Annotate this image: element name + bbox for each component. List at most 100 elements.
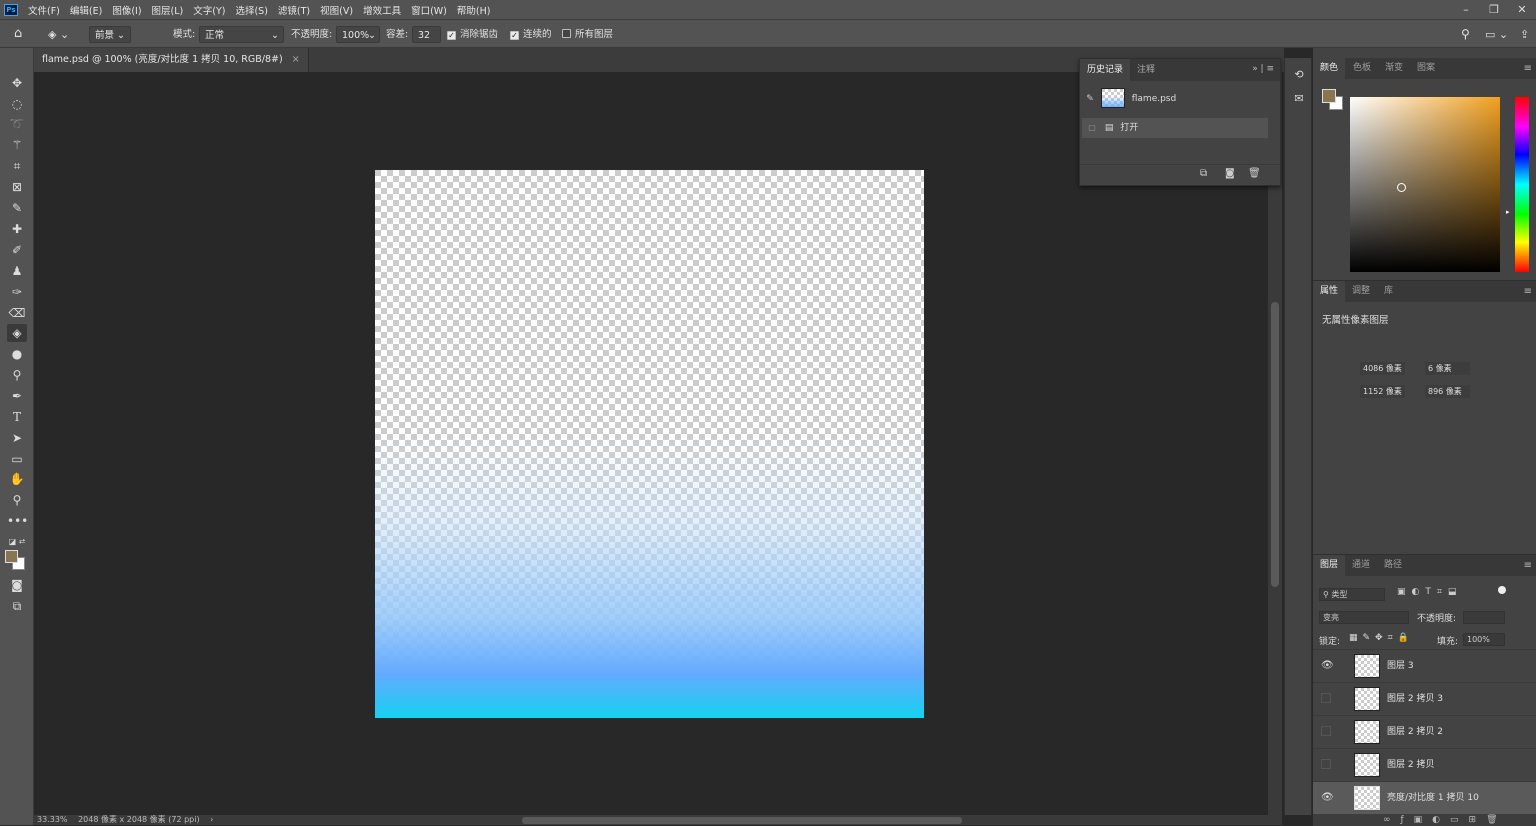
tab-gradients[interactable]: 渐变	[1378, 58, 1410, 79]
status-arrow-icon[interactable]: ›	[210, 815, 213, 824]
hue-slider[interactable]	[1515, 97, 1529, 272]
tab-notes[interactable]: 注释	[1130, 59, 1162, 81]
dodge-tool-icon[interactable]: ⚲	[7, 366, 27, 384]
menu-help[interactable]: 帮助(H)	[452, 3, 496, 17]
brush-tool-icon[interactable]: ✐	[7, 241, 27, 259]
tolerance-field[interactable]: 32	[412, 26, 441, 43]
layer-row[interactable]: 图层 2 拷贝 2	[1313, 715, 1536, 748]
screen-mode-icon[interactable]: ⧉	[7, 597, 27, 615]
more-tools-icon[interactable]: •••	[7, 512, 28, 530]
menu-view[interactable]: 视图(V)	[315, 3, 358, 17]
all-layers-checkbox[interactable]: 所有图层	[562, 26, 613, 43]
layer-row[interactable]: 👁 图层 3	[1313, 649, 1536, 682]
menu-file[interactable]: 文件(F)	[23, 3, 65, 17]
close-button[interactable]: ✕	[1508, 0, 1536, 19]
menu-image[interactable]: 图像(I)	[107, 3, 146, 17]
visibility-off-icon[interactable]	[1321, 726, 1331, 736]
type-tool-icon[interactable]: T	[7, 408, 27, 426]
frame-tool-icon[interactable]: ⊠	[7, 178, 27, 196]
paint-bucket-tool-icon[interactable]: ◈	[7, 324, 27, 342]
tab-history[interactable]: 历史记录	[1080, 59, 1131, 81]
width-field[interactable]: 4086 像素	[1360, 362, 1405, 375]
document-tab[interactable]: flame.psd @ 100% (亮度/对比度 1 拷贝 10, RGB/8#…	[34, 48, 309, 72]
x-field[interactable]: 6 像素	[1425, 362, 1470, 375]
lock-icons[interactable]: ▦✎✥⌗🔒	[1349, 633, 1414, 643]
menu-filter[interactable]: 滤镜(T)	[273, 3, 315, 17]
horizontal-scrollbar[interactable]	[522, 817, 962, 824]
history-brush-tool-icon[interactable]: ✑	[7, 283, 27, 301]
height-field[interactable]: 1152 像素	[1360, 385, 1405, 398]
menu-edit[interactable]: 编辑(E)	[65, 3, 107, 17]
fill-source-select[interactable]: 前景 ⌄	[89, 26, 131, 43]
menu-plugins[interactable]: 增效工具	[358, 3, 406, 17]
visibility-off-icon[interactable]	[1321, 693, 1331, 703]
color-picker-field[interactable]	[1350, 97, 1500, 272]
tab-properties[interactable]: 属性	[1313, 281, 1346, 302]
hand-tool-icon[interactable]: ✋	[7, 470, 27, 488]
color-picker-cursor[interactable]	[1397, 183, 1406, 192]
close-icon[interactable]: ×	[292, 54, 300, 65]
zoom-tool-icon[interactable]: ⚲	[7, 491, 27, 509]
document-canvas[interactable]	[375, 170, 924, 718]
eraser-tool-icon[interactable]: ⌫	[7, 304, 27, 322]
visibility-eye-icon[interactable]: 👁	[1321, 792, 1334, 804]
magic-wand-tool-icon[interactable]: ⚚	[7, 136, 27, 154]
scroll-thumb[interactable]	[1271, 302, 1279, 587]
layer-opacity-field[interactable]	[1463, 611, 1505, 624]
tab-swatches[interactable]: 色板	[1346, 58, 1378, 79]
antialias-checkbox[interactable]: ✓ 消除锯齿	[447, 26, 498, 43]
tab-patterns[interactable]: 图案	[1410, 58, 1442, 79]
tab-channels[interactable]: 通道	[1345, 555, 1377, 576]
history-source-empty-icon[interactable]: ▢	[1082, 118, 1102, 138]
opacity-field[interactable]: 100% ⌄	[336, 26, 380, 43]
blur-tool-icon[interactable]: ●	[7, 345, 27, 363]
history-snapshot-row[interactable]: ✎ flame.psd	[1082, 88, 1268, 108]
filter-toggle-icon[interactable]	[1498, 586, 1506, 594]
search-icon[interactable]: ⚲	[1461, 26, 1470, 43]
menu-select[interactable]: 选择(S)	[230, 3, 272, 17]
tab-layers[interactable]: 图层	[1313, 555, 1346, 576]
panel-menu-icon[interactable]: ≡	[1524, 58, 1532, 79]
layer-row-selected[interactable]: 👁 亮度/对比度 1 拷贝 10	[1313, 781, 1536, 814]
menu-layer[interactable]: 图层(L)	[147, 3, 189, 17]
marquee-tool-icon[interactable]: ◌	[7, 95, 27, 113]
y-field[interactable]: 896 像素	[1425, 385, 1470, 398]
foreground-color-swatch[interactable]	[5, 550, 18, 563]
history-brush-source-icon[interactable]: ✎	[1082, 89, 1098, 109]
comment-icon[interactable]: ✉	[1291, 92, 1307, 108]
layer-filter-select[interactable]: ⚲ 类型	[1319, 588, 1385, 601]
visibility-eye-icon[interactable]: 👁	[1321, 660, 1334, 672]
menu-window[interactable]: 窗口(W)	[406, 3, 452, 17]
swap-colors-icon[interactable]: ◪ ⮂	[7, 533, 27, 551]
fill-field[interactable]: 100%	[1463, 633, 1505, 646]
crop-tool-icon[interactable]: ⌗	[7, 157, 27, 175]
layer-filter-icons[interactable]: ▣◐T⌗⬓	[1397, 587, 1462, 597]
stamp-tool-icon[interactable]: ♟	[7, 262, 27, 280]
trash-icon[interactable]: 🗑	[1248, 168, 1261, 179]
quick-mask-icon[interactable]: ◙	[7, 576, 27, 594]
healing-brush-tool-icon[interactable]: ✚	[7, 220, 27, 238]
tab-libraries[interactable]: 库	[1377, 281, 1400, 302]
lasso-tool-icon[interactable]: ➰	[7, 115, 27, 133]
menu-type[interactable]: 文字(Y)	[188, 3, 230, 17]
new-document-from-state-icon[interactable]: ⧉	[1200, 168, 1207, 179]
minimize-button[interactable]: –	[1452, 0, 1480, 19]
share-icon[interactable]: ⇪	[1520, 26, 1529, 43]
workspace-icon[interactable]: ▭ ⌄	[1485, 26, 1508, 43]
layer-row[interactable]: 图层 2 拷贝 3	[1313, 682, 1536, 715]
restore-button[interactable]: ❐	[1480, 0, 1508, 19]
layer-row[interactable]: 图层 2 拷贝	[1313, 748, 1536, 781]
tab-paths[interactable]: 路径	[1377, 555, 1409, 576]
rectangle-tool-icon[interactable]: ▭	[7, 450, 27, 468]
layers-footer-icons[interactable]: ∞ƒ▣◐▭⊞🗑	[1313, 814, 1536, 826]
home-icon[interactable]: ⌂	[14, 26, 22, 43]
panel-menu-icon[interactable]: » | ≡	[1252, 64, 1274, 74]
eyedropper-tool-icon[interactable]: ✎	[7, 199, 27, 217]
paint-bucket-preset-icon[interactable]: ◈ ⌄	[48, 26, 69, 43]
mode-select[interactable]: 正常 ⌄	[199, 26, 284, 43]
move-tool-icon[interactable]: ✥	[7, 74, 27, 92]
pen-tool-icon[interactable]: ✒	[7, 387, 27, 405]
tab-color[interactable]: 颜色	[1313, 58, 1346, 79]
foreground-color-swatch[interactable]	[1322, 89, 1336, 103]
camera-icon[interactable]: ◙	[1225, 168, 1235, 179]
